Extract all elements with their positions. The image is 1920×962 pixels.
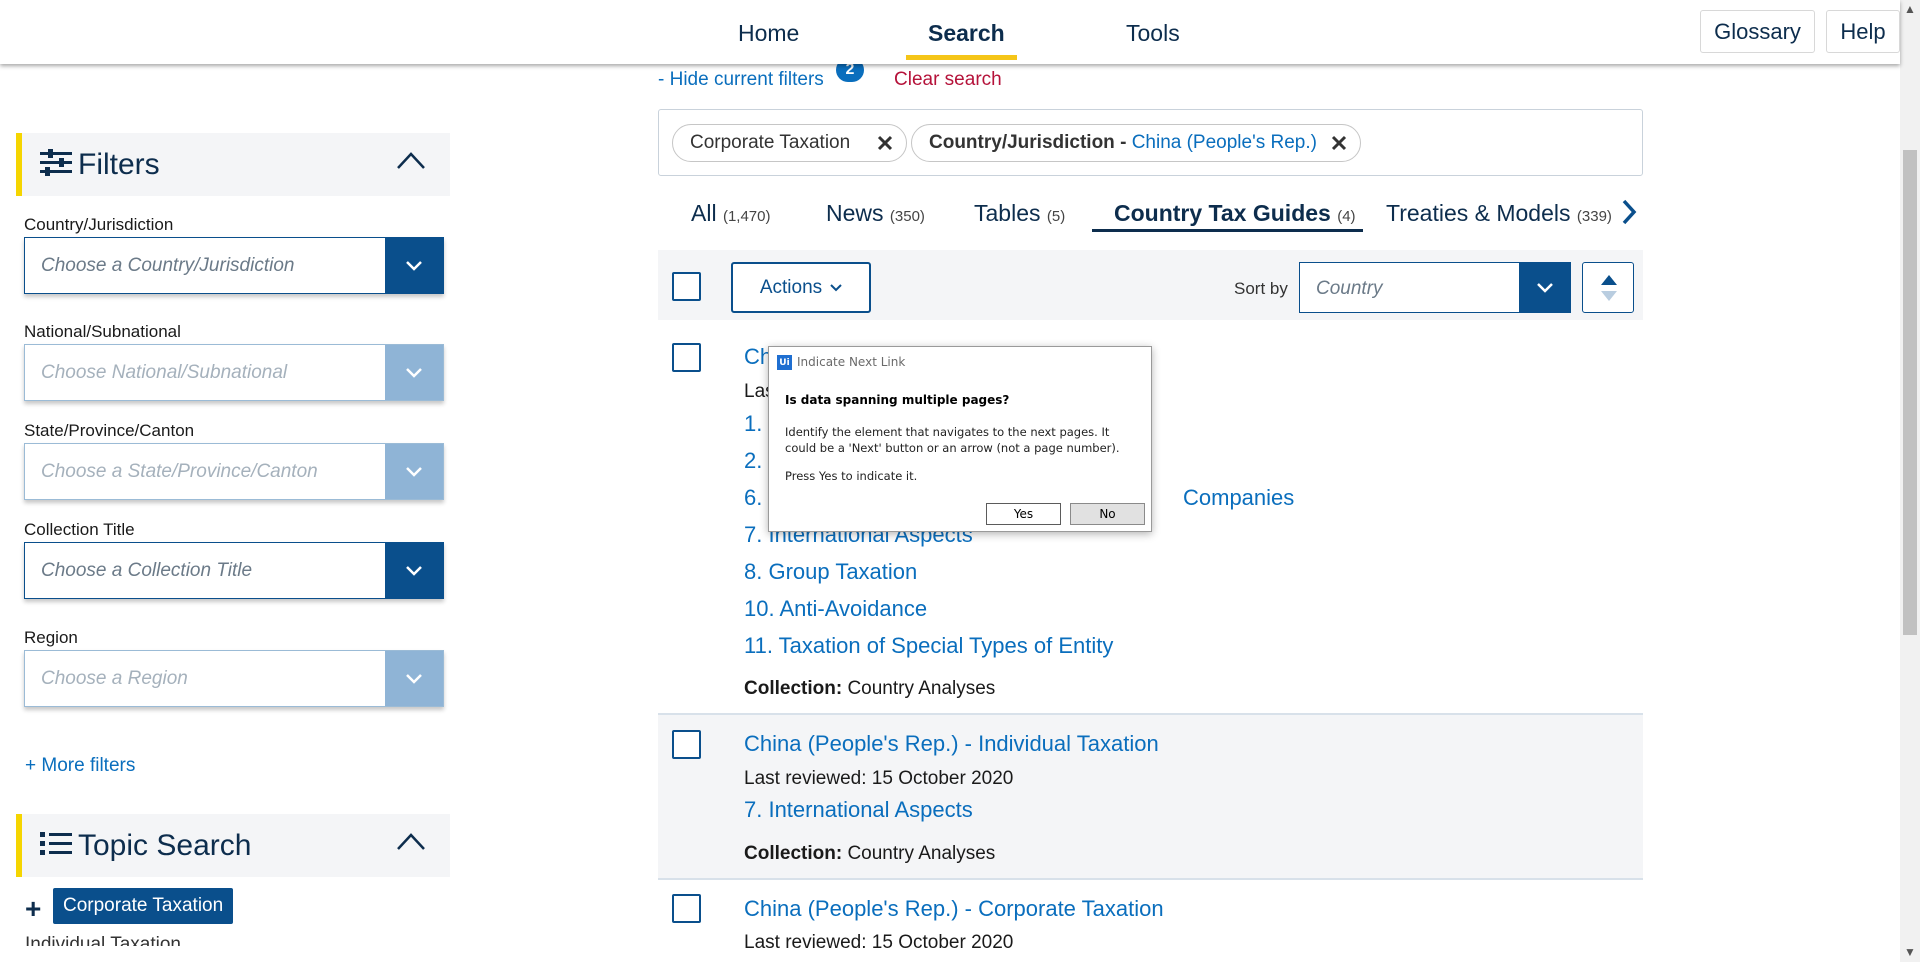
tab-tables[interactable]: Tables (5)	[974, 200, 1065, 227]
dialog-no-button[interactable]: No	[1070, 503, 1145, 525]
chevron-down-icon[interactable]	[385, 651, 443, 706]
result-title[interactable]: China (People's Rep.) - Corporate Taxati…	[744, 896, 1164, 922]
topic-search-panel-header[interactable]: Topic Search	[16, 814, 450, 877]
filter-chip-label: Corporate Taxation	[690, 132, 851, 153]
state-province-canton-label: State/Province/Canton	[24, 421, 195, 440]
state-province-canton-placeholder: Choose a State/Province/Canton	[41, 461, 318, 482]
page-scrollbar[interactable]: ▲ ▼	[1900, 0, 1920, 962]
chevron-down-icon[interactable]	[1519, 263, 1570, 312]
nav-home[interactable]: Home	[738, 20, 799, 47]
state-province-canton-select[interactable]: Choose a State/Province/Canton	[24, 443, 444, 500]
dialog-instruction: Press Yes to indicate it.	[785, 469, 918, 483]
result-section-link[interactable]: 11. Taxation of Special Types of Entity	[744, 633, 1113, 659]
sliders-icon	[40, 149, 72, 176]
result-section-link[interactable]: 10. Anti-Avoidance	[744, 596, 927, 622]
region-placeholder: Choose a Region	[41, 668, 188, 689]
tab-country-tax-guides[interactable]: Country Tax Guides (4)	[1114, 200, 1356, 227]
dialog-question: Is data spanning multiple pages?	[785, 393, 1010, 407]
nav-active-underline	[906, 55, 1017, 60]
filters-title: Filters	[78, 148, 160, 181]
result-title[interactable]: China (People's Rep.) - Individual Taxat…	[744, 731, 1159, 757]
chevron-up-icon[interactable]	[396, 149, 426, 171]
tab-treaties-models[interactable]: Treaties & Models (339)	[1386, 200, 1612, 227]
more-filters-link[interactable]: + More filters	[25, 755, 135, 777]
chevron-down-icon[interactable]	[385, 444, 443, 499]
chevron-up-icon[interactable]	[396, 830, 426, 852]
result-collection: Collection: Country Analyses	[744, 678, 996, 699]
result-last-reviewed: Last reviewed: 15 October 2020	[744, 768, 1014, 789]
collection-title-label: Collection Title	[24, 520, 135, 539]
uipath-logo-icon: Ui	[777, 355, 792, 370]
result-section-link[interactable]: 8. Group Taxation	[744, 559, 917, 585]
actions-label: Actions	[759, 276, 823, 298]
scroll-down-icon[interactable]: ▼	[1904, 945, 1916, 959]
chevron-down-icon[interactable]	[385, 345, 443, 400]
result-section-link[interactable]: 6.	[744, 485, 762, 511]
result-section-link-tail[interactable]: Companies	[1183, 485, 1294, 511]
result-checkbox[interactable]	[672, 730, 701, 759]
sort-by-select[interactable]: Country	[1299, 262, 1571, 313]
dialog-yes-button[interactable]: Yes	[986, 503, 1061, 525]
result-section-link[interactable]: 7. International Aspects	[744, 797, 973, 823]
national-subnational-placeholder: Choose National/Subnational	[41, 362, 288, 383]
hide-current-filters-link[interactable]: - Hide current filters	[658, 69, 824, 91]
tab-all[interactable]: All (1,470)	[691, 200, 770, 227]
filter-chip-corporate-taxation: Corporate Taxation	[672, 124, 907, 162]
chevron-down-icon[interactable]	[385, 543, 443, 598]
glossary-button[interactable]: Glossary	[1700, 10, 1815, 53]
filter-chip-value: China (People's Rep.)	[1131, 132, 1317, 153]
result-last-reviewed: Last reviewed: 15 October 2020	[744, 932, 1014, 953]
filters-panel-header[interactable]: Filters	[16, 133, 450, 196]
dialog-body: Identify the element that navigates to t…	[785, 425, 1120, 455]
chevron-down-icon[interactable]	[385, 238, 443, 293]
collection-title-select[interactable]: Choose a Collection Title	[24, 542, 444, 599]
scroll-up-icon[interactable]: ▲	[1904, 2, 1916, 16]
nav-search[interactable]: Search	[928, 20, 1005, 47]
nav-tools[interactable]: Tools	[1126, 20, 1180, 47]
result-divider	[658, 878, 1643, 880]
tab-news[interactable]: News (350)	[826, 200, 925, 227]
result-checkbox[interactable]	[672, 894, 701, 923]
dialog-title: Indicate Next Link	[797, 355, 906, 369]
result-section-link[interactable]: 1.	[744, 411, 762, 437]
actions-dropdown-button[interactable]: Actions	[731, 262, 871, 313]
top-navigation-bar: Home Search Tools Glossary Help	[0, 0, 1900, 64]
remove-filter-icon[interactable]	[1330, 134, 1348, 152]
sort-arrows-icon	[1601, 275, 1617, 301]
list-icon	[40, 832, 72, 855]
result-collection: Collection: Country Analyses	[744, 843, 996, 864]
tab-active-underline	[1092, 229, 1363, 232]
sort-by-label: Sort by	[1234, 279, 1288, 298]
scroll-thumb[interactable]	[1903, 150, 1917, 635]
collection-title-placeholder: Choose a Collection Title	[41, 560, 253, 581]
country-jurisdiction-placeholder: Choose a Country/Jurisdiction	[41, 255, 295, 276]
region-select[interactable]: Choose a Region	[24, 650, 444, 707]
result-section-link[interactable]: 2.	[744, 448, 762, 474]
expand-plus-icon[interactable]: +	[25, 893, 41, 925]
indicate-next-link-dialog: Ui Indicate Next Link Is data spanning m…	[768, 346, 1152, 532]
filter-chip-prefix: Country/Jurisdiction -	[929, 132, 1132, 153]
filter-chip-country: Country/Jurisdiction - China (People's R…	[911, 124, 1361, 162]
remove-filter-icon[interactable]	[876, 134, 894, 152]
sort-by-value: Country	[1316, 278, 1383, 299]
region-label: Region	[24, 628, 78, 647]
topic-tag-corporate-taxation[interactable]: Corporate Taxation	[53, 888, 234, 924]
chevron-right-icon[interactable]	[1620, 198, 1638, 226]
country-jurisdiction-label: Country/Jurisdiction	[24, 215, 174, 234]
chevron-down-icon	[830, 283, 842, 291]
national-subnational-label: National/Subnational	[24, 322, 181, 341]
topic-item-partial[interactable]: Individual Taxation	[25, 934, 181, 946]
national-subnational-select[interactable]: Choose National/Subnational	[24, 344, 444, 401]
clear-search-link[interactable]: Clear search	[894, 69, 1002, 91]
topic-search-title: Topic Search	[78, 829, 252, 862]
result-checkbox[interactable]	[672, 343, 701, 372]
sort-direction-button[interactable]	[1582, 262, 1634, 313]
select-all-checkbox[interactable]	[672, 272, 701, 301]
help-button[interactable]: Help	[1826, 10, 1900, 53]
country-jurisdiction-select[interactable]: Choose a Country/Jurisdiction	[24, 237, 444, 294]
